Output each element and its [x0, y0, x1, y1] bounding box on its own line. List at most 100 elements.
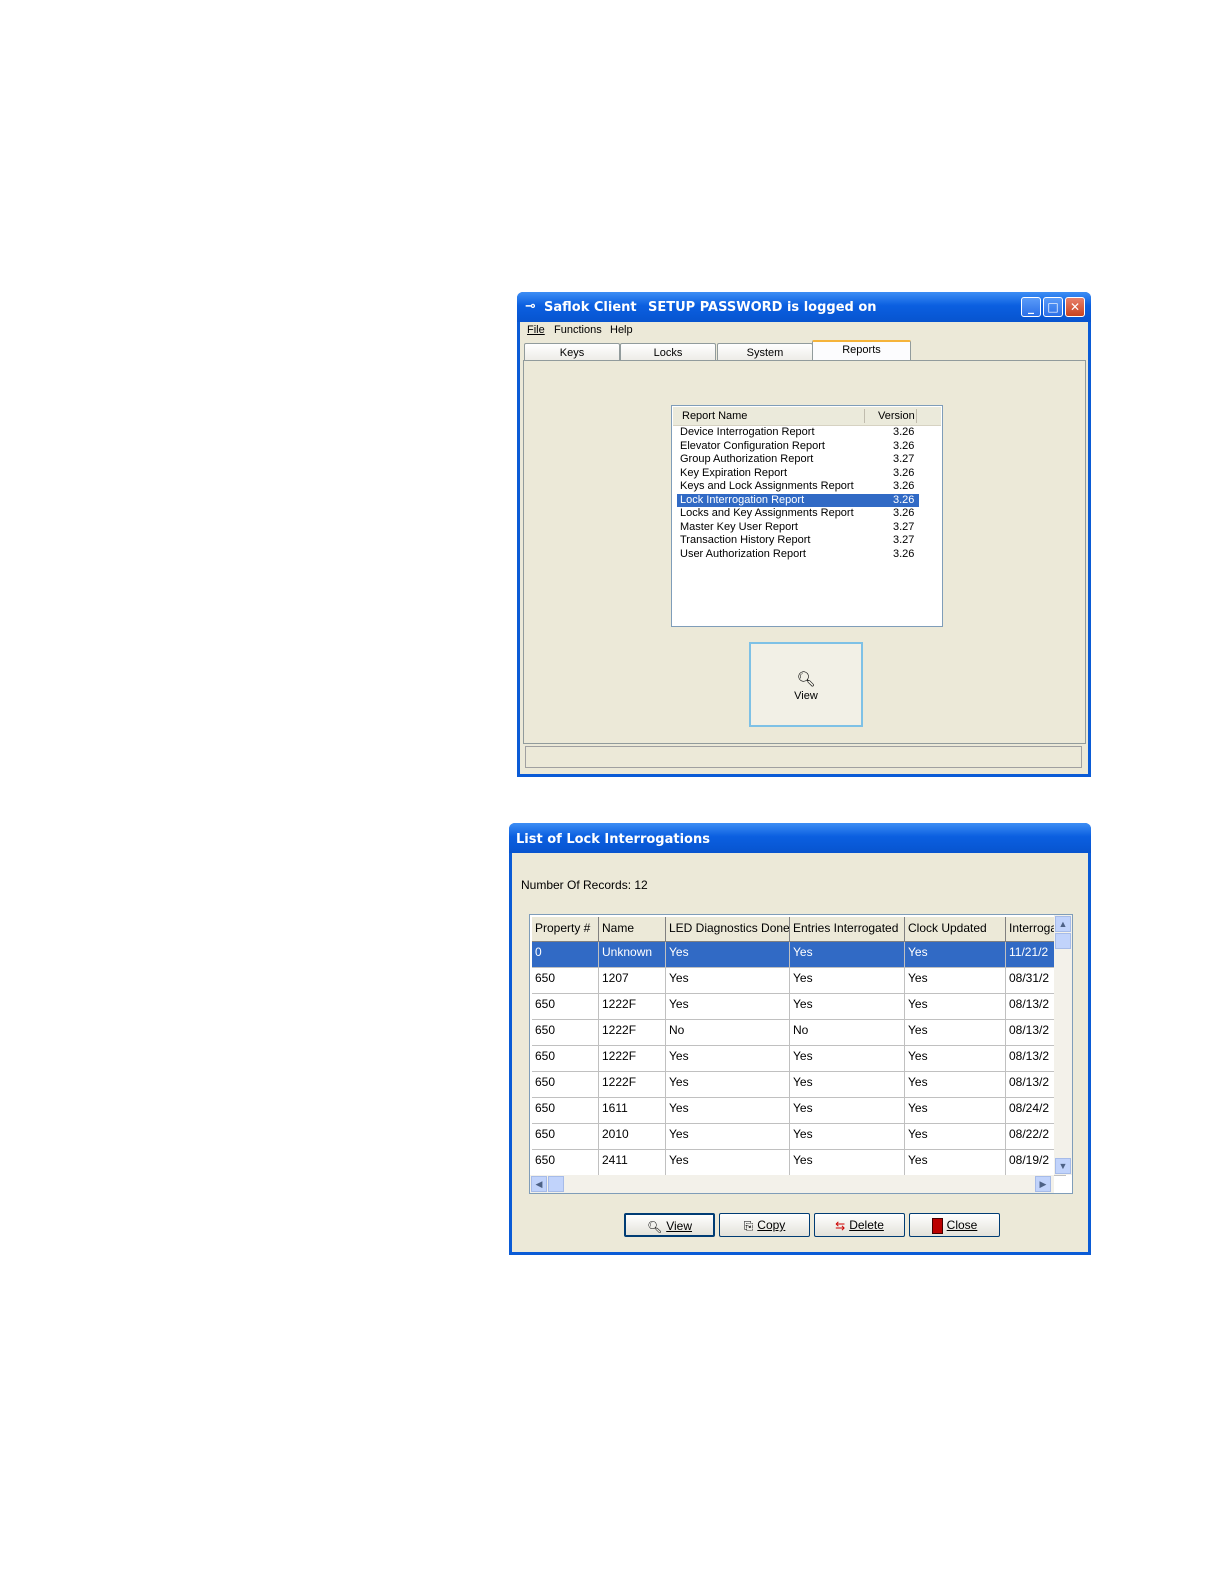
table-cell[interactable]: 2411: [599, 1150, 666, 1176]
dialog-client-area: Number Of Records: 12 Property # Name LED …: [512, 853, 1088, 1252]
close-button[interactable]: ✕: [1065, 297, 1085, 317]
report-row[interactable]: Device Interrogation Report 3.26: [677, 426, 919, 439]
table-cell[interactable]: 650: [532, 1150, 599, 1176]
table-cell[interactable]: Yes: [666, 994, 790, 1020]
dialog-title-bar[interactable]: List of Lock Interrogations: [509, 823, 1091, 853]
column-header-version[interactable]: Version: [878, 410, 915, 422]
table-cell[interactable]: 2010: [599, 1124, 666, 1150]
vertical-scrollbar[interactable]: ▲ ▼: [1054, 915, 1072, 1175]
table-cell[interactable]: Yes: [666, 968, 790, 994]
table-cell[interactable]: Unknown: [599, 942, 666, 968]
view-button[interactable]: 🔍︎ View: [624, 1213, 715, 1237]
title-bar[interactable]: ⊸ Saflok Client SETUP PASSWORD is logged…: [517, 292, 1091, 322]
header-divider: [864, 409, 865, 423]
column-header[interactable]: Property #: [532, 917, 599, 942]
report-row[interactable]: Transaction History Report 3.27: [677, 534, 919, 547]
scroll-up-button[interactable]: ▲: [1055, 916, 1071, 932]
column-header[interactable]: Clock Updated: [905, 917, 1006, 942]
horizontal-scrollbar[interactable]: ◀ ▶: [530, 1175, 1054, 1193]
delete-button[interactable]: ⇆ Delete: [814, 1213, 905, 1237]
table-cell[interactable]: 650: [532, 1072, 599, 1098]
menu-help[interactable]: Help: [610, 324, 633, 336]
table-cell[interactable]: No: [666, 1020, 790, 1046]
table-cell[interactable]: Yes: [905, 1098, 1006, 1124]
report-row[interactable]: Keys and Lock Assignments Report 3.26: [677, 480, 919, 493]
table-cell[interactable]: Yes: [790, 1046, 905, 1072]
table-cell[interactable]: 1611: [599, 1098, 666, 1124]
table-cell[interactable]: 1207: [599, 968, 666, 994]
maximize-button[interactable]: □: [1043, 297, 1063, 317]
tab-keys[interactable]: Keys: [524, 343, 620, 361]
table-cell[interactable]: Yes: [790, 968, 905, 994]
table-cell[interactable]: 1222F: [599, 1046, 666, 1072]
report-version: 3.26: [893, 439, 915, 452]
table-cell[interactable]: Yes: [905, 1046, 1006, 1072]
table-cell[interactable]: 0: [532, 942, 599, 968]
table-cell[interactable]: Yes: [905, 1072, 1006, 1098]
column-header[interactable]: LED Diagnostics Done: [666, 917, 790, 942]
table-cell[interactable]: Yes: [790, 1072, 905, 1098]
table-cell[interactable]: 1222F: [599, 1020, 666, 1046]
table-cell[interactable]: Yes: [666, 1098, 790, 1124]
vertical-scroll-thumb[interactable]: [1055, 933, 1071, 949]
report-name: User Authorization Report: [680, 547, 806, 560]
login-status: SETUP PASSWORD is logged on: [648, 300, 877, 315]
table-cell[interactable]: 650: [532, 1046, 599, 1072]
report-row[interactable]: Elevator Configuration Report 3.26: [677, 440, 919, 453]
report-row[interactable]: User Authorization Report 3.26: [677, 548, 919, 561]
table-cell[interactable]: Yes: [905, 942, 1006, 968]
view-report-button[interactable]: 🔍︎ View: [749, 642, 863, 727]
table-cell[interactable]: 650: [532, 994, 599, 1020]
table-cell[interactable]: 650: [532, 1124, 599, 1150]
table-cell[interactable]: Yes: [905, 1150, 1006, 1176]
column-header-report-name[interactable]: Report Name: [682, 410, 747, 422]
table-cell[interactable]: Yes: [790, 1098, 905, 1124]
table-cell[interactable]: Yes: [790, 1150, 905, 1176]
scroll-left-button[interactable]: ◀: [531, 1176, 547, 1192]
scroll-right-button[interactable]: ▶: [1035, 1176, 1051, 1192]
tab-system[interactable]: System: [717, 343, 813, 361]
report-row[interactable]: Group Authorization Report 3.27: [677, 453, 919, 466]
dialog-title: List of Lock Interrogations: [516, 832, 710, 847]
table-cell[interactable]: Yes: [905, 1020, 1006, 1046]
report-row[interactable]: Master Key User Report 3.27: [677, 521, 919, 534]
report-row[interactable]: Lock Interrogation Report 3.26: [677, 493, 919, 507]
minimize-button[interactable]: _: [1021, 297, 1041, 317]
copy-button[interactable]: ⎘ Copy: [719, 1213, 810, 1237]
report-row[interactable]: Locks and Key Assignments Report 3.26: [677, 507, 919, 520]
column-header[interactable]: Name: [599, 917, 666, 942]
table-cell[interactable]: Yes: [790, 1124, 905, 1150]
table-cell[interactable]: No: [790, 1020, 905, 1046]
table-cell[interactable]: Yes: [666, 1124, 790, 1150]
column-header[interactable]: Entries Interrogated: [790, 917, 905, 942]
table-cell[interactable]: Yes: [790, 942, 905, 968]
table-cell[interactable]: Yes: [905, 994, 1006, 1020]
tab-reports[interactable]: Reports: [812, 340, 911, 361]
table-cell[interactable]: Yes: [666, 1072, 790, 1098]
table-cell[interactable]: Yes: [666, 1150, 790, 1176]
horizontal-scroll-thumb[interactable]: [548, 1176, 564, 1192]
close-dialog-button[interactable]: Close: [909, 1213, 1000, 1237]
report-name: Master Key User Report: [680, 520, 798, 533]
menu-functions[interactable]: Functions: [554, 324, 602, 336]
report-row[interactable]: Key Expiration Report 3.26: [677, 467, 919, 480]
table-cell[interactable]: Yes: [666, 1046, 790, 1072]
table-cell[interactable]: 1222F: [599, 994, 666, 1020]
table-cell[interactable]: Yes: [666, 942, 790, 968]
table-cell[interactable]: Yes: [905, 1124, 1006, 1150]
report-version: 3.26: [893, 507, 915, 519]
report-name: Key Expiration Report: [680, 466, 787, 479]
status-bar: [525, 746, 1082, 768]
table-cell[interactable]: 1222F: [599, 1072, 666, 1098]
tab-locks[interactable]: Locks: [620, 343, 716, 361]
close-button-label: Close: [946, 1218, 978, 1232]
table-cell[interactable]: Yes: [790, 994, 905, 1020]
table-cell[interactable]: Yes: [905, 968, 1006, 994]
table-cell[interactable]: 650: [532, 1098, 599, 1124]
interrogations-grid[interactable]: Property # Name LED Diagnostics Done Entrie…: [529, 914, 1073, 1194]
scroll-down-button[interactable]: ▼: [1055, 1158, 1071, 1174]
report-list[interactable]: Report Name Version Device Interrogation…: [671, 405, 943, 627]
menu-file[interactable]: File: [527, 324, 545, 336]
table-cell[interactable]: 650: [532, 968, 599, 994]
table-cell[interactable]: 650: [532, 1020, 599, 1046]
